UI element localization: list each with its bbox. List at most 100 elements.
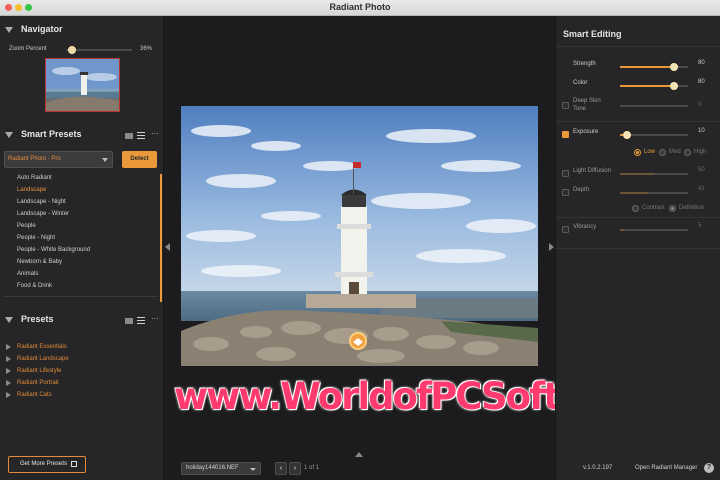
category-radiant-essentials[interactable]: Radiant Essentials [0,341,160,353]
grid-view-icon[interactable] [125,318,133,324]
ellipsis-icon[interactable]: ··· [151,129,159,138]
zoom-value: 36% [140,46,153,52]
radio-dot [632,205,639,212]
category-radiant-landscape[interactable]: Radiant Landscape [0,353,160,365]
before-after-split-handle[interactable] [349,332,367,350]
radio-label: High [694,149,707,155]
next-image-button[interactable]: › [289,462,301,475]
preset-item-landscape[interactable]: Landscape [0,184,160,196]
exposure-value: 10 [698,128,705,134]
grid-view-icon[interactable] [125,133,133,139]
collapse-triangle-icon[interactable] [5,132,13,138]
exposure-slider-thumb[interactable] [623,131,631,139]
main-photo[interactable] [181,106,538,366]
radio-dot [669,205,676,212]
left-panel: Navigator Zoom Percent 36% Smart Presets… [0,16,164,480]
strength-value: 80 [698,60,705,66]
right-panel: Smart Editing Strength 80 Color 80 Deep … [555,16,720,480]
smart-presets-title: Smart Presets [21,129,82,139]
exposure-label: Exposure [573,129,599,135]
strength-control: Strength 80 [556,60,720,74]
presets-title: Presets [21,314,54,324]
smart-presets-list: Auto Radiant Landscape Landscape - Night… [0,172,160,292]
strength-slider-thumb[interactable] [670,63,678,71]
chevron-down-icon [102,158,108,162]
chevron-down-icon [250,468,256,471]
preset-item-food-drink[interactable]: Food & Drink [0,280,160,292]
deep-skin-tone-value: 0 [698,102,702,108]
category-radiant-cats[interactable]: Radiant Cats [0,389,160,401]
get-more-presets-label: Get More Presets [20,461,68,467]
depth-label: Depth [573,187,590,193]
preset-item-people-white-background[interactable]: People - White Background [0,244,160,256]
exposure-slider[interactable] [620,131,688,139]
color-slider[interactable] [620,82,688,90]
category-label: Radiant Cats [17,392,52,398]
help-icon[interactable]: ? [704,463,714,473]
preset-item-landscape-winter[interactable]: Landscape - Winter [0,208,160,220]
deep-skin-tone-slider[interactable] [620,105,688,107]
collapse-right-panel-icon[interactable] [549,243,554,251]
previous-image-button[interactable]: ‹ [275,462,287,475]
get-more-presets-button[interactable]: Get More Presets [8,456,86,473]
navigator-thumbnail[interactable] [45,58,120,112]
deep-skin-tone-control: Deep Skin Tone 0 [556,97,720,117]
exposure-checkbox[interactable] [562,131,569,138]
depth-control: Depth 41 [556,186,720,200]
presets-list-scrollbar[interactable] [160,174,162,302]
expand-arrow-icon [6,368,11,374]
preset-item-animals[interactable]: Animals [0,268,160,280]
divider [4,296,158,297]
preset-item-auto-radiant[interactable]: Auto Radiant [0,172,160,184]
smart-preset-dropdown[interactable]: Radiant Photo - Pro [4,151,113,168]
color-value: 80 [698,79,705,85]
list-view-icon[interactable] [137,132,145,139]
filmstrip-toggle-icon[interactable] [355,452,363,457]
collapse-triangle-icon[interactable] [5,317,13,323]
expand-arrow-icon [6,380,11,386]
strength-slider[interactable] [620,63,688,71]
divider [556,217,720,218]
smart-presets-header[interactable]: Smart Presets ··· [0,127,164,145]
light-diffusion-slider[interactable] [620,173,688,175]
depth-slider[interactable] [620,192,688,194]
file-dropdown[interactable]: holiday144016.NEF [181,462,261,475]
page-indicator: 1 of 1 [304,465,320,471]
window-title: Radiant Photo [329,2,391,12]
light-diffusion-label: Light Diffusion [573,168,611,174]
smart-editing-title: Smart Editing [563,29,622,39]
light-diffusion-checkbox[interactable] [562,170,569,177]
smart-preset-selected: Radiant Photo - Pro [8,156,61,162]
collapse-triangle-icon[interactable] [5,27,13,33]
category-radiant-lifestyle[interactable]: Radiant Lifestyle [0,365,160,377]
collapse-left-panel-icon[interactable] [165,243,170,251]
navigator-title: Navigator [21,24,63,34]
divider [556,46,720,47]
strength-label: Strength [573,61,596,67]
color-slider-fill [620,85,674,87]
category-radiant-portrait[interactable]: Radiant Portrait [0,377,160,389]
navigator-thumbnail-image [46,59,119,111]
preset-item-people[interactable]: People [0,220,160,232]
deep-skin-tone-checkbox[interactable] [562,102,569,109]
expand-arrow-icon [6,344,11,350]
file-name: holiday144016.NEF [186,465,239,471]
preset-item-landscape-night[interactable]: Landscape - Night [0,196,160,208]
preset-item-people-night[interactable]: People - Night [0,232,160,244]
detect-button[interactable]: Detect [122,151,157,168]
preset-item-newborn-baby[interactable]: Newborn & Baby [0,256,160,268]
navigator-header[interactable]: Navigator [0,22,164,40]
expand-arrow-icon [6,356,11,362]
depth-value: 41 [698,186,705,192]
ellipsis-icon[interactable]: ··· [151,314,159,323]
depth-checkbox[interactable] [562,189,569,196]
vibrancy-slider[interactable] [620,229,688,231]
zoom-slider-thumb[interactable] [68,46,76,54]
presets-header[interactable]: Presets ··· [0,312,164,330]
list-view-icon[interactable] [137,317,145,324]
color-slider-thumb[interactable] [670,82,678,90]
external-link-icon [71,461,77,467]
vibrancy-checkbox[interactable] [562,226,569,233]
title-bar: Radiant Photo [0,0,720,16]
open-radiant-manager-link[interactable]: Open Radiant Manager [635,465,697,471]
